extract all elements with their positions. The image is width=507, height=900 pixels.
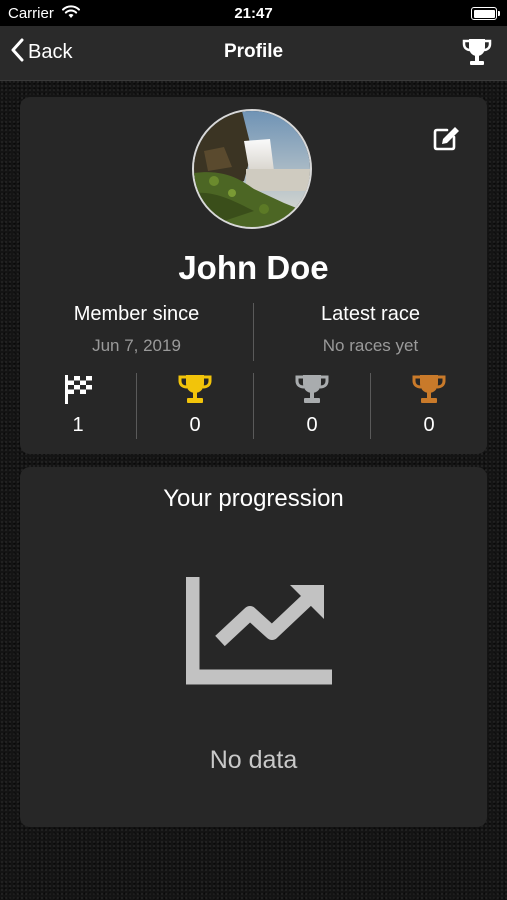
- bronze-count: 0: [423, 414, 435, 436]
- progression-title: Your progression: [163, 485, 344, 512]
- bronze-trophy-icon: [371, 372, 487, 406]
- member-since-label: Member since: [73, 303, 200, 325]
- edit-icon[interactable]: [433, 125, 461, 156]
- progression-card: Your progression No data: [20, 467, 487, 827]
- avatar[interactable]: [192, 109, 312, 229]
- battery-icon: [471, 7, 500, 20]
- gold-count: 0: [189, 414, 201, 436]
- bronze-stat: 0: [371, 372, 487, 437]
- silver-trophy-icon: [254, 372, 370, 406]
- latest-race: Latest race No races yet: [254, 303, 487, 356]
- page-title: Profile: [223, 41, 284, 62]
- chart-line-icon: [184, 573, 336, 692]
- latest-race-value: No races yet: [322, 336, 419, 355]
- no-data-label: No data: [209, 746, 298, 774]
- user-name: John Doe: [178, 249, 329, 286]
- races-stat: 1: [20, 372, 136, 437]
- member-since-value: Jun 7, 2019: [92, 336, 181, 355]
- races-count: 1: [72, 414, 84, 436]
- trophy-icon[interactable]: [461, 37, 493, 72]
- member-since: Member since Jun 7, 2019: [20, 303, 253, 356]
- clock: 21:47: [234, 5, 273, 22]
- profile-card: John Doe Member since Jun 7, 2019 Latest…: [20, 97, 487, 454]
- gold-stat: 0: [137, 372, 253, 437]
- status-bar: Carrier 21:47: [0, 0, 507, 26]
- silver-count: 0: [306, 414, 318, 436]
- gold-trophy-icon: [137, 372, 253, 406]
- silver-stat: 0: [254, 372, 370, 437]
- navigation-bar: Back Profile: [0, 26, 507, 81]
- checkered-flag-icon: [20, 372, 136, 406]
- latest-race-label: Latest race: [321, 303, 420, 325]
